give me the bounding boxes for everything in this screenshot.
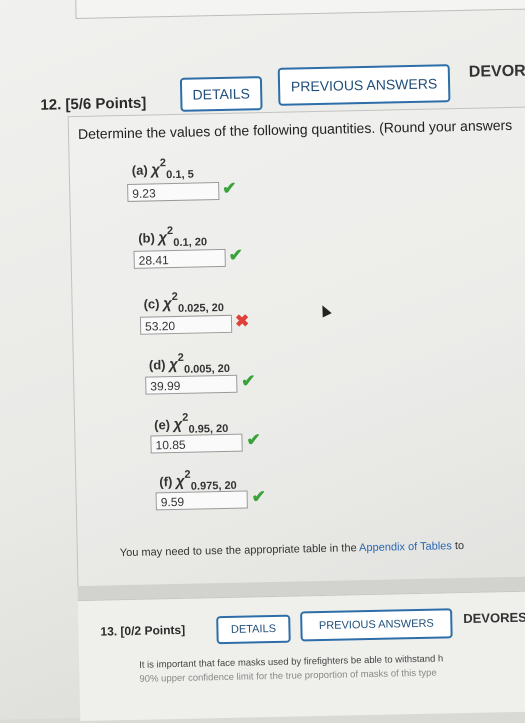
answer-input[interactable]: 28.41 <box>133 248 226 269</box>
part-letter: (c) <box>143 296 160 312</box>
previous-question-box <box>74 0 525 20</box>
chi-square-symbol: χ20.005, 20 <box>168 351 231 376</box>
answer-input[interactable]: 10.85 <box>150 433 243 454</box>
assignment-page: 12. [5/6 Points] DETAILS PREVIOUS ANSWER… <box>0 0 525 722</box>
q13-devore-label: DEVORES <box>463 609 525 627</box>
previous-answers-button[interactable]: PREVIOUS ANSWERS <box>277 64 451 106</box>
part-letter: (f) <box>159 474 173 490</box>
q13-previous-answers-button[interactable]: PREVIOUS ANSWERS <box>300 608 453 642</box>
question-13-panel: 13. [0/2 Points] DETAILS PREVIOUS ANSWER… <box>77 590 525 722</box>
checkmark-icon: ✔ <box>228 245 244 265</box>
devore-label: DEVOR <box>468 62 525 81</box>
x-mark-icon: ✖ <box>234 311 250 331</box>
checkmark-icon: ✔ <box>251 487 267 507</box>
answer-input[interactable]: 9.59 <box>155 490 248 511</box>
chi-square-symbol: χ20.1, 5 <box>151 157 194 182</box>
chi-square-symbol: χ20.025, 20 <box>162 290 225 315</box>
answer-input[interactable]: 53.20 <box>139 314 233 335</box>
details-button[interactable]: DETAILS <box>179 76 263 112</box>
checkmark-icon: ✔ <box>241 371 256 391</box>
answer-input[interactable]: 9.23 <box>127 182 220 202</box>
part-label: (f) χ20.975, 20 <box>159 468 237 493</box>
part-label: (e) χ20.95, 20 <box>153 411 229 436</box>
answer-input[interactable]: 39.99 <box>145 374 238 395</box>
chi-square-symbol: χ20.95, 20 <box>173 411 229 436</box>
question-13-header: 13. [0/2 Points] <box>100 622 186 639</box>
question-12-header: 12. [5/6 Points] <box>40 94 147 114</box>
part-letter: (a) <box>131 162 148 178</box>
appendix-link[interactable]: Appendix of Tables <box>359 540 452 554</box>
part-label: (a) χ20.1, 5 <box>131 157 194 182</box>
q13-text-line-2: 90% upper confidence limit for the true … <box>139 667 437 685</box>
part-letter: (e) <box>153 417 171 433</box>
note-suffix: to <box>451 539 465 553</box>
part-label: (c) χ20.025, 20 <box>143 290 225 315</box>
chi-square-symbol: χ20.975, 20 <box>175 468 237 493</box>
checkmark-icon: ✔ <box>222 178 237 198</box>
part-letter: (d) <box>148 357 166 373</box>
part-label: (b) χ20.1, 20 <box>138 225 208 250</box>
part-letter: (b) <box>138 230 155 246</box>
part-label: (d) χ20.005, 20 <box>148 351 231 376</box>
chi-square-symbol: χ20.1, 20 <box>158 225 208 250</box>
checkmark-icon: ✔ <box>246 430 261 450</box>
q13-details-button[interactable]: DETAILS <box>216 614 291 645</box>
